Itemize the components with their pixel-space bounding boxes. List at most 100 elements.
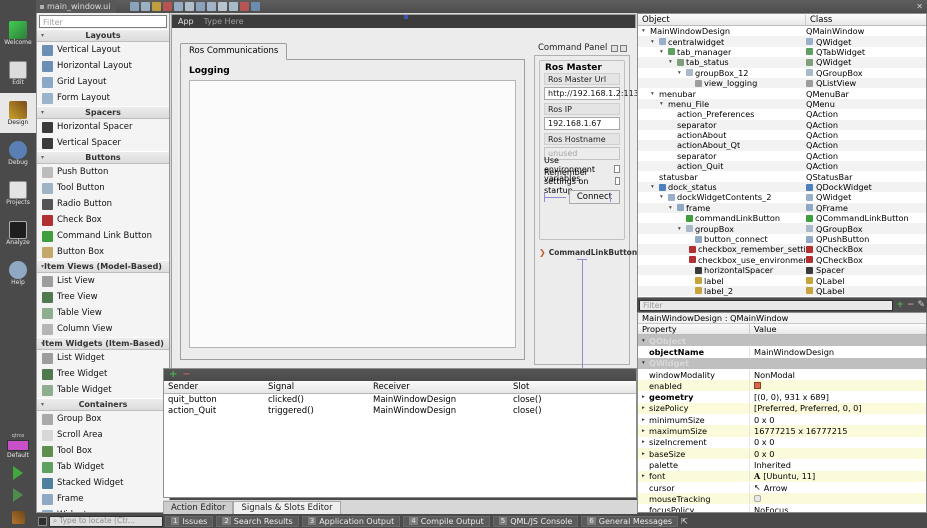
object-tree-row[interactable]: ▾ menu_File QMenu — [638, 98, 926, 110]
form-canvas[interactable]: App Type Here Ros Communications Logging — [171, 14, 652, 394]
chevron-down-icon[interactable]: ▾ — [651, 91, 657, 97]
column-receiver[interactable]: Receiver — [369, 382, 509, 392]
widget-box-item[interactable]: Horizontal Layout — [37, 58, 169, 74]
object-inspector-filter-input[interactable]: Filter — [639, 299, 894, 311]
object-tree-row[interactable]: ▾ dock_status QDockWidget — [638, 181, 926, 193]
chevron-down-icon[interactable]: ▾ — [678, 70, 684, 76]
widget-box-category[interactable]: ▾ Buttons — [37, 151, 169, 164]
property-row[interactable]: ▸ geometry [(0, 0), 931 x 689] — [638, 391, 926, 403]
chevron-down-icon[interactable]: ▾ — [642, 338, 647, 344]
widget-box-item[interactable]: Check Box — [37, 212, 169, 228]
kit-selector[interactable]: qtros Default — [0, 433, 36, 462]
edit-tab-order-icon[interactable] — [163, 2, 173, 11]
output-expand-icon[interactable]: ⇱ — [681, 517, 688, 526]
value-column-header[interactable]: Value — [750, 324, 926, 334]
object-tree-row[interactable]: actionAbout_Qt QAction — [638, 140, 926, 151]
command-panel-dock[interactable]: Command Panel Ros Master Ros Master Url … — [534, 41, 652, 394]
property-row[interactable]: ▸ maximumSize 16777215 x 16777215 — [638, 425, 926, 437]
chevron-down-icon[interactable]: ▾ — [642, 360, 647, 366]
property-row[interactable]: ▸ sizePolicy [Preferred, Preferred, 0, 0] — [638, 402, 926, 415]
property-value-cell[interactable]: 16777215 x 16777215 — [750, 426, 926, 436]
chevron-right-icon[interactable]: ▸ — [642, 417, 647, 423]
checkbox-checked-icon[interactable] — [754, 382, 761, 390]
object-tree-row[interactable]: action_Quit QAction — [638, 161, 926, 172]
property-row[interactable]: ▸ sizeIncrement 0 x 0 — [638, 436, 926, 448]
object-tree-row[interactable]: commandLinkButton QCommandLinkButton — [638, 213, 926, 223]
property-row[interactable]: ▸ minimumSize 0 x 0 — [638, 414, 926, 426]
connection-row[interactable]: action_Quit triggered() MainWindowDesign cl… — [164, 405, 636, 416]
mode-design[interactable]: Design — [0, 93, 36, 133]
close-icon[interactable]: ✕ — [916, 2, 927, 11]
form-top-handle[interactable] — [403, 15, 408, 19]
object-tree-row[interactable]: ▾ menubar QMenuBar — [638, 88, 926, 99]
chevron-right-icon[interactable]: ▸ — [642, 473, 647, 479]
widget-box-item[interactable]: Tree Widget — [37, 366, 169, 382]
edit-signals-icon[interactable] — [141, 2, 151, 11]
widget-box-item[interactable]: Stacked Widget — [37, 475, 169, 491]
edit-buttons-icon[interactable] — [152, 2, 162, 11]
layout-horizontal-icon[interactable] — [174, 2, 184, 11]
mode-analyze[interactable]: Analyze — [0, 213, 36, 253]
property-row[interactable]: ▸ font A [Ubuntu, 11] — [638, 470, 926, 482]
widget-box-list[interactable]: ▾ Layouts Vertical Layout Horizontal Layout… — [37, 29, 169, 512]
view-logging-listview[interactable] — [189, 80, 516, 348]
checkbox-remember-settings-row[interactable]: Remember settings on startup — [544, 168, 620, 195]
checkbox-remember-settings[interactable] — [614, 177, 620, 185]
object-tree-row[interactable]: horizontalSpacer Spacer — [638, 264, 926, 276]
object-tree-row[interactable]: label_2 QLabel — [638, 285, 926, 297]
document-title-tab[interactable]: main_window.ui — [36, 0, 117, 13]
layout-grid-icon[interactable] — [218, 2, 228, 11]
object-tree-row[interactable]: ▾ frame QFrame — [638, 202, 926, 214]
edit-widgets-icon[interactable] — [130, 2, 140, 11]
command-link-button[interactable]: ❯ CommandLinkButton — [539, 248, 637, 257]
layout-form-icon[interactable] — [229, 2, 239, 11]
design-surface[interactable]: Ros Communications Logging Command Panel — [172, 28, 652, 394]
output-pane-bar[interactable]: 1 Issues 2 Search Results 3 Application Outpu… — [163, 514, 927, 528]
remove-connection-icon[interactable]: − — [182, 370, 190, 380]
chevron-right-icon[interactable]: ▸ — [642, 428, 647, 434]
debug-run-button[interactable] — [0, 484, 36, 506]
chevron-right-icon[interactable]: ▸ — [642, 439, 647, 445]
widget-box-item[interactable]: Vertical Spacer — [37, 135, 169, 151]
property-value-cell[interactable]: 0 x 0 — [750, 449, 926, 459]
widget-box-item[interactable]: Tool Box — [37, 443, 169, 459]
editor-bottom-tabs[interactable]: Action Editor Signals & Slots Editor — [163, 500, 637, 514]
property-row[interactable]: objectName MainWindowDesign — [638, 346, 926, 358]
widget-box-item[interactable]: Radio Button — [37, 196, 169, 212]
dock-close-icon[interactable] — [620, 44, 627, 52]
add-connection-icon[interactable]: + — [169, 370, 177, 380]
object-tree-row[interactable]: ▾ groupBox_12 QGroupBox — [638, 68, 926, 78]
object-tree-row[interactable]: checkbox_remember_settings QCheckBox — [638, 244, 926, 255]
widget-box-item[interactable]: Horizontal Spacer — [37, 119, 169, 135]
widget-box-item[interactable]: Group Box — [37, 411, 169, 427]
column-slot[interactable]: Slot — [509, 382, 636, 392]
locator-filter-icon[interactable] — [38, 516, 47, 526]
chevron-down-icon[interactable]: ▾ — [660, 49, 666, 55]
line-edit-host[interactable]: 192.168.1.67 — [544, 117, 620, 130]
property-value-cell[interactable]: MainWindowDesign — [750, 347, 926, 357]
menu-type-here[interactable]: Type Here — [204, 17, 244, 26]
widget-box-filter-input[interactable]: Filter — [39, 15, 167, 28]
chevron-down-icon[interactable]: ▾ — [660, 194, 666, 200]
chevron-down-icon[interactable]: ▾ — [669, 59, 675, 65]
property-value-cell[interactable]: A [Ubuntu, 11] — [750, 471, 926, 481]
class-column-header[interactable]: Class — [806, 15, 926, 25]
widget-box-item[interactable]: Column View — [37, 321, 169, 337]
column-sender[interactable]: Sender — [164, 382, 264, 392]
layout-splitter-h-icon[interactable] — [196, 2, 206, 11]
property-value-cell[interactable]: [Preferred, Preferred, 0, 0] — [750, 403, 926, 413]
widget-box-category[interactable]: ▾ Spacers — [37, 106, 169, 119]
object-tree-row[interactable]: ▾ dockWidgetContents_2 QWidget — [638, 192, 926, 202]
chevron-down-icon[interactable]: ▾ — [660, 101, 666, 107]
property-value-cell[interactable]: NoFocus — [750, 505, 926, 512]
object-tree-row[interactable]: separator QAction — [638, 151, 926, 161]
property-value-cell[interactable]: [(0, 0), 931 x 689] — [750, 392, 926, 402]
build-button[interactable] — [0, 506, 36, 528]
widget-box-category[interactable]: ▾ Layouts — [37, 29, 169, 42]
widget-box-item[interactable]: Tab Widget — [37, 459, 169, 475]
checkbox-unchecked-icon[interactable] — [754, 495, 761, 503]
property-row[interactable]: palette Inherited — [638, 459, 926, 471]
property-value-cell[interactable]: ↖ Arrow — [750, 483, 926, 493]
column-signal[interactable]: Signal — [264, 382, 369, 392]
object-tree-row[interactable]: actionAbout QAction — [638, 130, 926, 140]
